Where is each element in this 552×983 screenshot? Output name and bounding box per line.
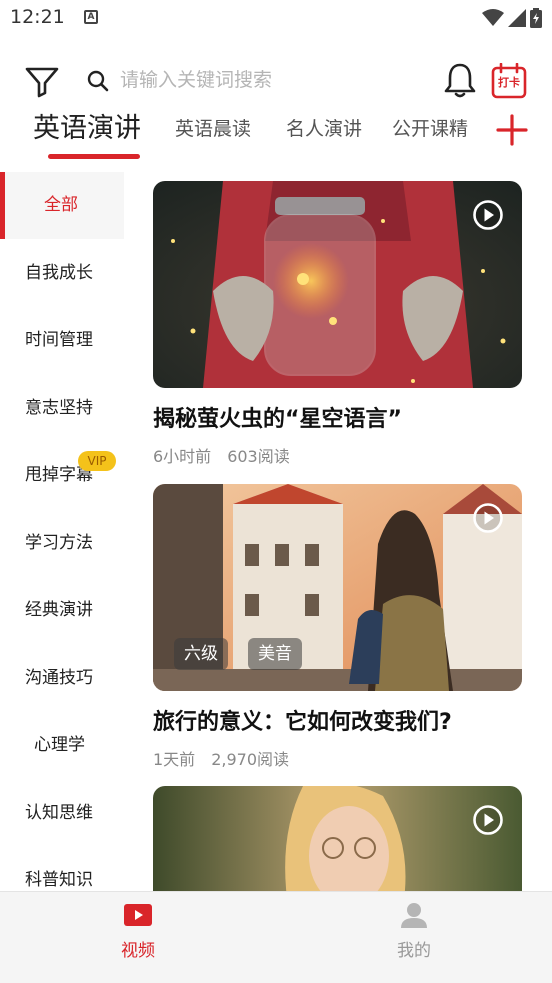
video-card[interactable]: 美音 揭秘萤火虫的“星空语言” 6小时前 603阅读 bbox=[153, 181, 522, 471]
video-card[interactable] bbox=[153, 786, 522, 891]
sidebar-item-perseverance[interactable]: 意志坚持 bbox=[0, 375, 124, 442]
status-bar: 12:21 A bbox=[0, 0, 552, 40]
tab-open-course[interactable]: 公开课精 bbox=[392, 106, 468, 154]
sidebar-item-communication[interactable]: 沟通技巧 bbox=[0, 645, 124, 712]
filter-icon[interactable] bbox=[24, 63, 60, 99]
checkin-button[interactable]: 打卡 bbox=[490, 63, 528, 99]
tag-level: 六级 bbox=[174, 638, 228, 670]
wifi-icon bbox=[482, 9, 504, 26]
nav-profile[interactable]: 我的 bbox=[344, 892, 484, 983]
tab-celebrity-speech[interactable]: 名人演讲 bbox=[286, 106, 362, 154]
woman-portrait-image bbox=[153, 786, 522, 891]
sidebar-item-study-methods[interactable]: 学习方法 bbox=[0, 510, 124, 577]
video-thumbnail[interactable]: 六级 美音 bbox=[153, 484, 522, 691]
sidebar-item-label: 科普知识 bbox=[25, 870, 93, 890]
sidebar-item-label: 意志坚持 bbox=[25, 398, 93, 418]
video-thumbnail[interactable]: 美音 bbox=[153, 181, 522, 388]
sidebar-item-popular-science[interactable]: 科普知识 bbox=[0, 847, 124, 892]
sidebar-item-label: 自我成长 bbox=[25, 263, 93, 283]
add-tab-icon[interactable] bbox=[494, 112, 530, 148]
video-title[interactable]: 旅行的意义：它如何改变我们? bbox=[153, 704, 522, 736]
video-reads: 2,970阅读 bbox=[211, 750, 289, 769]
sidebar-item-label: 经典演讲 bbox=[25, 600, 93, 620]
sidebar-item-time-management[interactable]: 时间管理 bbox=[0, 307, 124, 374]
vip-badge: VIP bbox=[78, 451, 116, 471]
play-icon[interactable] bbox=[472, 804, 504, 836]
sidebar-item-label: 心理学 bbox=[34, 735, 85, 755]
bottom-navigation: 视频 我的 bbox=[0, 891, 552, 983]
sidebar-item-label: 认知思维 bbox=[25, 803, 93, 823]
play-icon[interactable] bbox=[472, 502, 504, 534]
checkin-label: 打卡 bbox=[498, 76, 520, 89]
sidebar-item-label: 全部 bbox=[44, 195, 78, 215]
sidebar-item-label: 时间管理 bbox=[25, 330, 93, 350]
sidebar-item-cognitive-thinking[interactable]: 认知思维 bbox=[0, 780, 124, 847]
sidebar-item-classic-speeches[interactable]: 经典演讲 bbox=[0, 577, 124, 644]
category-tabs: 英语演讲 英语晨读 名人演讲 公开课精 bbox=[0, 106, 552, 162]
profile-icon bbox=[401, 903, 427, 928]
video-time: 1天前 bbox=[153, 750, 196, 769]
top-bar: 打卡 bbox=[0, 55, 552, 105]
nav-label: 视频 bbox=[121, 941, 155, 961]
search-icon[interactable] bbox=[86, 69, 110, 93]
video-meta: 6小时前 603阅读 bbox=[153, 443, 290, 467]
search-input[interactable] bbox=[120, 64, 420, 96]
category-sidebar: 全部 自我成长 时间管理 意志坚持 甩掉字幕 学习方法 经典演讲 沟通技巧 心理… bbox=[0, 172, 124, 892]
battery-icon bbox=[530, 8, 542, 28]
signal-icon bbox=[508, 9, 526, 27]
tab-english-speech[interactable]: 英语演讲 bbox=[33, 106, 141, 154]
sidebar-item-self-growth[interactable]: 自我成长 bbox=[0, 240, 124, 307]
nav-video[interactable]: 视频 bbox=[68, 892, 208, 983]
sidebar-item-label: 沟通技巧 bbox=[25, 668, 93, 688]
play-icon[interactable] bbox=[472, 199, 504, 231]
video-icon bbox=[124, 904, 152, 926]
status-time: 12:21 bbox=[10, 6, 65, 28]
video-card[interactable]: 六级 美音 旅行的意义：它如何改变我们? 1天前 2,970阅读 bbox=[153, 484, 522, 774]
notification-a-icon: A bbox=[84, 10, 98, 24]
video-reads: 603阅读 bbox=[227, 447, 290, 466]
video-time: 6小时前 bbox=[153, 447, 212, 466]
video-thumbnail[interactable] bbox=[153, 786, 522, 891]
firefly-jar-image bbox=[153, 181, 522, 388]
tag-accent: 美音 bbox=[248, 638, 302, 670]
video-feed: 美音 揭秘萤火虫的“星空语言” 6小时前 603阅读 bbox=[153, 181, 522, 891]
tab-english-morning-reading[interactable]: 英语晨读 bbox=[175, 106, 251, 154]
sidebar-item-psychology[interactable]: 心理学 bbox=[0, 712, 124, 779]
sidebar-item-label: 学习方法 bbox=[25, 533, 93, 553]
video-meta: 1天前 2,970阅读 bbox=[153, 746, 289, 770]
video-title[interactable]: 揭秘萤火虫的“星空语言” bbox=[153, 401, 522, 433]
status-icons bbox=[482, 8, 542, 28]
active-tab-indicator bbox=[48, 154, 140, 159]
nav-label: 我的 bbox=[397, 941, 431, 961]
bell-icon[interactable] bbox=[442, 61, 478, 99]
sidebar-item-all[interactable]: 全部 bbox=[0, 172, 124, 239]
